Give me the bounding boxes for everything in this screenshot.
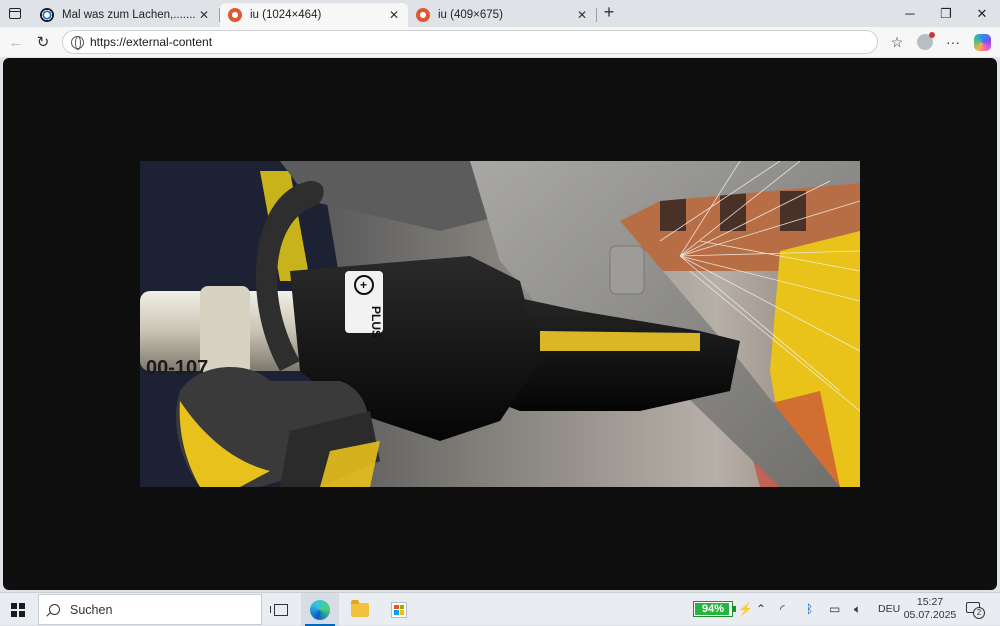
notification-count: 2 <box>973 607 985 619</box>
tab-actions-icon[interactable] <box>4 3 26 23</box>
search-icon <box>49 604 60 615</box>
close-window-button[interactable]: ✕ <box>964 0 1000 27</box>
bluetooth-icon[interactable]: ᛒ <box>806 602 813 616</box>
clock-date: 05.07.2025 <box>903 609 957 621</box>
taskbar: Suchen 94% ⚡ ⌃ ◜ ᛒ ▭ 🔈︎ DEU 15:27 05.07.… <box>0 592 1000 626</box>
store-icon <box>391 601 407 618</box>
task-view-button[interactable] <box>262 593 300 626</box>
page-content: 00-107 + PLUS <box>0 57 1000 592</box>
svg-text:+: + <box>360 278 367 292</box>
duckduckgo-icon <box>228 8 242 22</box>
close-tab-icon[interactable]: ✕ <box>574 8 590 22</box>
tab-iu-1024[interactable]: iu (1024×464) ✕ <box>220 3 408 27</box>
search-placeholder: Suchen <box>70 602 113 617</box>
tab-divider <box>596 8 597 22</box>
browser-toolbar: ← ↻ https://external-content ☆ ··· <box>0 27 1000 57</box>
address-bar[interactable]: https://external-content <box>62 30 878 54</box>
image-viewer: 00-107 + PLUS <box>3 58 997 590</box>
clock[interactable]: 15:27 05.07.2025 <box>902 596 958 622</box>
battery-tray-icon[interactable]: ▭ <box>829 602 840 616</box>
battery-indicator[interactable]: 94% <box>693 601 736 617</box>
close-tab-icon[interactable]: ✕ <box>386 8 402 22</box>
svg-text:PLUS: PLUS <box>369 306 383 338</box>
tab-iu-409[interactable]: iu (409×675) ✕ <box>408 3 596 27</box>
task-view-icon <box>270 603 288 616</box>
avatar <box>917 32 935 50</box>
rescue-cutter-photo: 00-107 + PLUS <box>140 161 860 487</box>
start-button[interactable] <box>0 593 36 626</box>
displayed-image[interactable]: 00-107 + PLUS <box>140 161 860 487</box>
globe-icon <box>71 35 84 50</box>
plug-icon: ⚡ <box>738 602 753 616</box>
windows-icon <box>11 602 25 617</box>
taskbar-file-explorer[interactable] <box>341 593 379 626</box>
notification-center-button[interactable]: 2 <box>964 600 985 619</box>
back-button[interactable]: ← <box>4 31 28 53</box>
new-tab-button[interactable]: + <box>598 3 620 23</box>
tab-title: iu (1024×464) <box>250 9 322 21</box>
taskbar-edge[interactable] <box>301 593 339 626</box>
tab-strip: Mal was zum Lachen,............ - Seit ✕… <box>0 0 1000 27</box>
clock-time: 15:27 <box>916 596 944 608</box>
speaker-icon[interactable]: 🔈︎ <box>854 602 861 617</box>
language-indicator[interactable]: DEU <box>878 603 900 615</box>
copilot-icon <box>973 33 991 51</box>
chevron-up-icon[interactable]: ⌃ <box>756 602 766 616</box>
tab-title: iu (409×675) <box>438 9 503 21</box>
bmw-icon <box>40 8 54 22</box>
close-tab-icon[interactable]: ✕ <box>196 8 212 22</box>
copilot-button[interactable] <box>970 31 994 53</box>
more-menu-button[interactable]: ··· <box>941 31 965 53</box>
taskbar-search[interactable]: Suchen <box>38 594 262 625</box>
folder-icon <box>351 599 369 617</box>
profile-button[interactable] <box>913 31 937 53</box>
taskbar-store[interactable] <box>380 593 418 626</box>
battery-percent: 94% <box>701 603 725 615</box>
refresh-button[interactable]: ↻ <box>31 31 55 53</box>
edge-icon <box>310 599 330 620</box>
minimize-button[interactable]: ─ <box>892 0 928 27</box>
favorites-icon[interactable]: ☆ <box>885 31 909 53</box>
duckduckgo-icon <box>416 8 430 22</box>
tab-bmw[interactable]: Mal was zum Lachen,............ - Seit ✕ <box>32 3 218 27</box>
address-url[interactable]: https://external-content <box>90 35 212 49</box>
wifi-icon[interactable]: ◜ <box>780 602 785 616</box>
restore-button[interactable]: ❐ <box>928 0 964 27</box>
tab-title: Mal was zum Lachen,............ - Seit <box>62 9 196 21</box>
